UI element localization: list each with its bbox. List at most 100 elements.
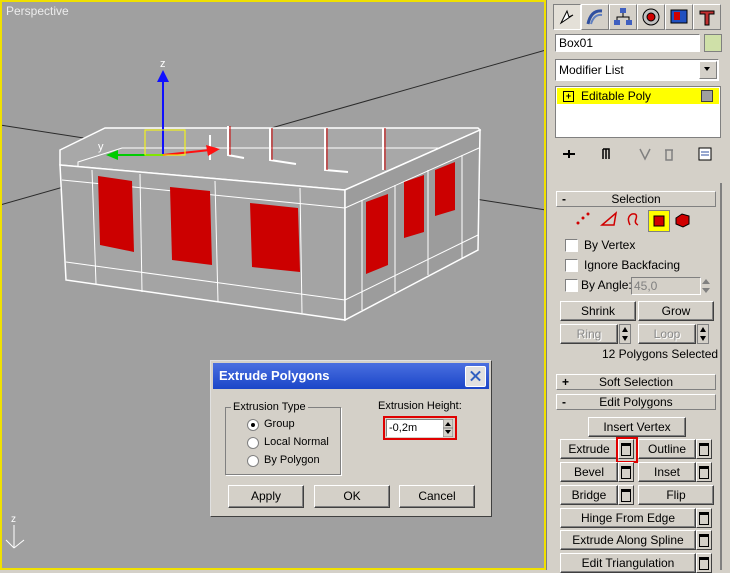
viewport-label[interactable]: Perspective <box>6 4 69 18</box>
polygon-mode-button[interactable] <box>648 210 670 232</box>
vertex-mode-icon[interactable] <box>574 211 592 227</box>
bevel-settings-button[interactable] <box>618 462 634 482</box>
soft-selection-rollout-header[interactable]: + Soft Selection <box>556 374 716 390</box>
stack-item-editable-poly[interactable]: + Editable Poly <box>557 88 719 104</box>
modify-tab-icon[interactable] <box>581 4 609 30</box>
extrude-along-spline-button[interactable]: Extrude Along Spline <box>560 530 696 550</box>
extrude-polygons-dialog: Extrude Polygons Extrusion Type Group Lo… <box>210 360 492 517</box>
ignore-backfacing-label: Ignore Backfacing <box>584 258 681 272</box>
object-name-field[interactable]: Box01 <box>555 34 700 52</box>
cancel-button[interactable]: Cancel <box>399 485 475 508</box>
extrude-button[interactable]: Extrude <box>560 439 618 459</box>
loop-button[interactable]: Loop <box>638 324 696 344</box>
pin-stack-icon[interactable] <box>561 146 577 162</box>
bridge-settings-button[interactable] <box>618 485 634 505</box>
modifier-list-label: Modifier List <box>559 63 624 77</box>
angle-input[interactable]: 45,0 <box>631 277 701 295</box>
edit-polygons-collapse: - <box>562 395 566 409</box>
selected-polygon <box>435 162 455 216</box>
modifier-list-dropdown[interactable]: Modifier List <box>555 59 719 81</box>
inset-button[interactable]: Inset <box>638 462 696 482</box>
insert-vertex-button[interactable]: Insert Vertex <box>588 417 686 437</box>
perspective-viewport[interactable]: z y z Perspective Extrude Polygons Extru… <box>0 0 546 570</box>
radio-group[interactable] <box>247 419 259 431</box>
remove-modifier-icon[interactable] <box>661 146 677 162</box>
hinge-settings-button[interactable] <box>696 508 712 528</box>
motion-tab-icon[interactable] <box>637 4 665 30</box>
light-bulb-icon[interactable] <box>701 90 713 102</box>
edit-polygons-title: Edit Polygons <box>599 395 673 409</box>
modifier-stack[interactable]: + Editable Poly <box>555 86 721 138</box>
dialog-title: Extrude Polygons <box>219 368 330 383</box>
selected-polygon <box>170 187 212 265</box>
make-unique-icon[interactable] <box>637 146 653 162</box>
grow-button[interactable]: Grow <box>638 301 714 321</box>
stack-item-label: Editable Poly <box>581 89 652 103</box>
gizmo-y-label: y <box>98 141 104 153</box>
extrude-settings-button[interactable] <box>618 439 634 459</box>
extrusion-height-input[interactable]: -0,2m <box>386 419 445 437</box>
selected-polygon <box>366 194 388 274</box>
outline-settings-button[interactable] <box>696 439 712 459</box>
bevel-button[interactable]: Bevel <box>560 462 618 482</box>
extrusion-height-label: Extrusion Height: <box>378 400 462 412</box>
utilities-tab-icon[interactable] <box>693 4 721 30</box>
ignore-backfacing-checkbox[interactable] <box>565 259 578 272</box>
loop-spinner-icon[interactable] <box>697 324 709 344</box>
shrink-button[interactable]: Shrink <box>560 301 636 321</box>
selected-polygon <box>250 203 300 272</box>
height-spinner-icon[interactable] <box>443 419 453 437</box>
soft-selection-title: Soft Selection <box>598 375 674 389</box>
soft-selection-expand: + <box>562 375 570 389</box>
selected-polygon <box>98 176 134 252</box>
bridge-button[interactable]: Bridge <box>560 485 618 505</box>
object-color-swatch[interactable] <box>704 34 722 52</box>
by-vertex-checkbox[interactable] <box>565 239 578 252</box>
by-angle-label: By Angle: <box>581 278 632 292</box>
extrusion-type-label: Extrusion Type <box>231 401 308 413</box>
ring-button[interactable]: Ring <box>560 324 618 344</box>
selection-rollout-header[interactable]: - Selection <box>556 191 716 207</box>
selected-polygon <box>404 175 424 238</box>
expand-plus-icon[interactable]: + <box>563 91 574 102</box>
gizmo-z-label: z <box>160 58 166 70</box>
show-end-result-icon[interactable] <box>599 146 615 162</box>
edit-triangulation-button[interactable]: Edit Triangulation <box>560 553 696 573</box>
radio-local-normal[interactable] <box>247 437 259 449</box>
radio-label-by-polygon: By Polygon <box>264 454 320 466</box>
edit-triangulation-settings-button[interactable] <box>696 553 712 573</box>
flip-button[interactable]: Flip <box>638 485 714 505</box>
configure-modifier-sets-icon[interactable] <box>697 146 713 162</box>
panel-scrollbar[interactable] <box>720 183 722 570</box>
outline-button[interactable]: Outline <box>638 439 696 459</box>
radio-label-local-normal: Local Normal <box>264 436 329 448</box>
hierarchy-tab-icon[interactable] <box>609 4 637 30</box>
edit-polygons-rollout-header[interactable]: - Edit Polygons <box>556 394 716 410</box>
create-tab-icon[interactable] <box>553 4 581 30</box>
extrude-spline-settings-button[interactable] <box>696 530 712 550</box>
angle-spinner-icon[interactable] <box>701 277 711 295</box>
border-mode-icon[interactable] <box>624 211 642 227</box>
polygon-mode-icon <box>653 215 665 227</box>
stack-toolbar <box>555 144 719 164</box>
edge-mode-icon[interactable] <box>600 211 618 227</box>
command-panel: Box01 Modifier List + Editable Poly - Sel… <box>550 0 730 573</box>
inset-settings-button[interactable] <box>696 462 712 482</box>
by-angle-checkbox[interactable] <box>565 279 578 292</box>
close-icon[interactable] <box>465 366 486 387</box>
by-vertex-label: By Vertex <box>584 238 636 252</box>
selection-rollout-title: Selection <box>611 192 661 206</box>
chevron-down-icon[interactable] <box>699 61 717 79</box>
radio-label-group: Group <box>264 418 295 430</box>
dialog-title-bar[interactable]: Extrude Polygons <box>213 363 489 389</box>
gizmo-z-arrow[interactable] <box>157 70 169 82</box>
apply-button[interactable]: Apply <box>228 485 304 508</box>
selection-status: 12 Polygons Selected <box>602 347 719 361</box>
hinge-from-edge-button[interactable]: Hinge From Edge <box>560 508 696 528</box>
display-tab-icon[interactable] <box>665 4 693 30</box>
radio-by-polygon[interactable] <box>247 455 259 467</box>
element-mode-icon[interactable] <box>674 212 692 228</box>
axis-z-label: z <box>11 514 16 525</box>
ok-button[interactable]: OK <box>314 485 390 508</box>
ring-spinner-icon[interactable] <box>619 324 631 344</box>
